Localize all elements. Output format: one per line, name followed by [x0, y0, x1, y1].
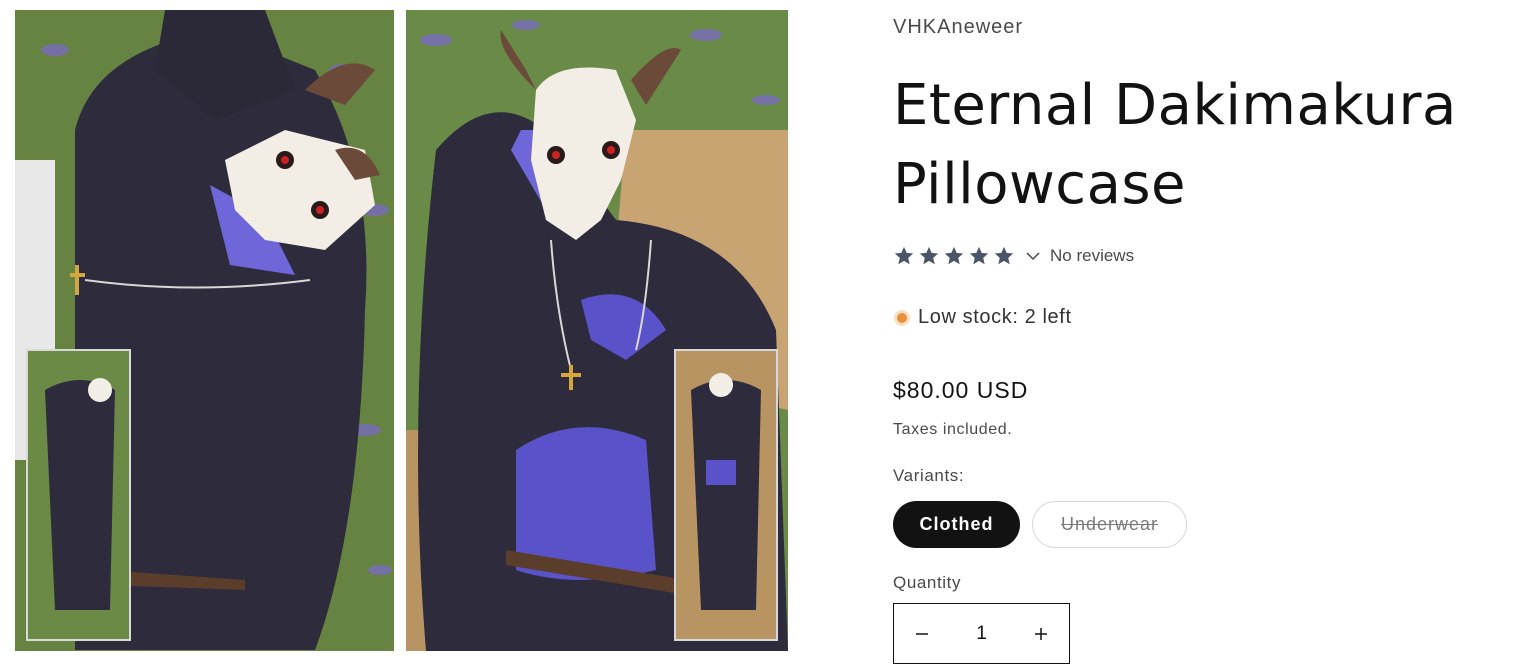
reviews-count[interactable]: No reviews	[1050, 246, 1134, 266]
product-vendor[interactable]: VHKAneweer	[893, 16, 1023, 39]
tax-note: Taxes included.	[893, 421, 1013, 438]
quantity-label: Quantity	[893, 573, 962, 592]
variant-option-underwear[interactable]: Underwear	[1032, 501, 1187, 548]
star-icon	[894, 246, 914, 265]
variants-label: Variants:	[893, 466, 965, 485]
product-gallery	[15, 10, 788, 651]
star-icon	[944, 246, 964, 265]
quantity-stepper	[893, 603, 1070, 664]
stock-indicator-icon	[894, 309, 910, 326]
stock-status: Low stock: 2 left	[893, 306, 1072, 329]
product-image-side-b[interactable]	[406, 10, 788, 651]
product-title: Eternal Dakimakura Pillowcase	[893, 73, 1457, 217]
star-icon	[969, 246, 989, 265]
quantity-decrease-button[interactable]	[894, 604, 950, 663]
quantity-input[interactable]	[950, 603, 1013, 664]
product-rating: No reviews	[893, 245, 1134, 267]
product-artwork	[15, 10, 394, 651]
quantity-increase-button[interactable]	[1013, 604, 1069, 663]
minus-icon	[916, 632, 928, 635]
product-price: $80.00 USD	[893, 377, 1029, 403]
star-rating	[893, 245, 1015, 267]
product-image-side-a[interactable]	[15, 10, 394, 651]
stock-text: Low stock: 2 left	[918, 306, 1072, 328]
chevron-down-icon[interactable]	[1025, 248, 1041, 264]
star-icon	[994, 246, 1014, 265]
product-artwork	[406, 10, 788, 651]
variant-option-clothed[interactable]: Clothed	[893, 501, 1020, 548]
star-icon	[919, 246, 939, 265]
plus-icon	[1035, 627, 1047, 640]
